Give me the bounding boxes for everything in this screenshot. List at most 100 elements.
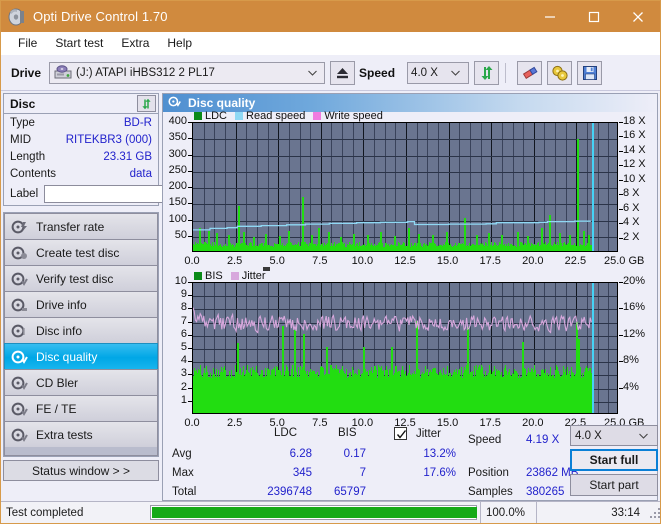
y2-axis-tick-label: 16% [623,301,646,314]
y2-axis-tick-label: 2 X [623,230,640,243]
refresh-button[interactable] [474,60,500,85]
save-icon [582,65,597,80]
sidebar-item-extra-tests[interactable]: Extra tests [4,421,158,448]
sidebar-item-drive-info[interactable]: Drive info [4,291,158,318]
y-axis-tick-label: 100 [168,212,187,225]
window-controls [528,1,660,32]
progress-fill [152,507,477,518]
speed-value: 4.0 X [411,66,438,79]
sidebar-item-verify-test-disc[interactable]: Verify test disc [4,265,158,292]
x-axis-tick-label: 2.5 [226,255,243,267]
drive-select[interactable]: (J:) ATAPI iHBS312 2 PL17 [49,61,326,84]
speed-select[interactable]: 4.0 X [407,61,470,84]
disc-row-mid: MID RITEKBR3 (000) [4,131,158,148]
y-axis-tick-label: 3 [180,367,187,380]
legend-label: LDC [205,110,228,122]
disc-refresh-button[interactable] [137,95,156,112]
x-axis-tick-label: 20.0 [522,255,544,267]
disc-value-type: BD-R [123,116,152,129]
eject-button[interactable] [330,60,356,85]
disc-panel-header: Disc [4,94,158,114]
y-axis-tick-label: 5 [180,341,187,353]
start-full-button[interactable]: Start full [570,449,658,471]
x-axis-tick-label: 22.5 [564,255,587,267]
progress-bar [150,505,477,520]
legend-label: Read speed [246,110,306,122]
y2-axis-tick-label: 6 X [623,201,640,214]
test-speed-select[interactable]: 4.0 X [570,425,658,446]
y2-axis-tick-label: 12% [623,327,646,340]
y-axis-tick-label: 9 [180,288,187,301]
disc-panel: Disc Type BD-R MID RITEKBR3 (000) Length… [3,93,247,206]
sidebar-item-label: Drive info [36,297,87,312]
start-part-button[interactable]: Start part [570,474,658,496]
minimize-icon[interactable] [528,1,572,32]
maximize-icon[interactable] [572,1,616,32]
y-axis-tick-label: 350 [168,131,187,144]
jitter-label: Jitter [416,428,441,440]
stats-ldc-total: 2396748 [267,486,312,498]
application-window: Opti Drive Control 1.70 File Start test … [0,0,661,524]
speed-label: Speed [359,65,396,80]
menu-bar: File Start test Extra Help [1,32,660,55]
disc-extra-icon [11,427,28,443]
y-axis-tick-label: 300 [168,147,187,160]
menu-item-help[interactable]: Help [158,34,201,52]
y-axis-tick-label: 200 [168,180,187,192]
status-window-button[interactable]: Status window > > [3,460,159,481]
disc-label-row: Label [4,182,247,205]
window-title: Opti Drive Control 1.70 [33,9,168,24]
y-axis-tick-label: 7 [180,314,187,327]
plot-area [192,122,618,252]
disc-value-length: 23.31 GB [103,150,152,163]
sidebar-item-fe-te[interactable]: FE / TE [4,395,158,422]
disc-key-type: Type [10,116,35,129]
close-icon[interactable] [616,1,660,32]
title-bar: Opti Drive Control 1.70 [1,1,660,32]
y2-axis-tick-label: 10 X [623,172,646,185]
stats-header-bis: BIS [338,427,357,439]
y2-axis-tick-label: 16 X [623,129,646,142]
sidebar-item-cd-bler[interactable]: CD Bler [4,369,158,396]
sidebar: Disc Type BD-R MID RITEKBR3 (000) Length… [3,93,247,501]
disc-create-icon [11,245,28,261]
y-axis-tick-label: 400 [168,115,187,127]
y-axis-tick-label: 1 [180,393,187,406]
stats-jitter-avg: 13.2% [423,448,456,460]
resize-grip[interactable] [646,502,660,524]
sidebar-item-disc-info[interactable]: Disc info [4,317,158,344]
legend-label: Write speed [324,110,383,122]
disc-row-contents: Contents data [4,165,158,182]
disc-drive-icon [11,297,28,313]
stats-bis-avg: 0.17 [343,448,366,460]
samples-label: Samples [468,486,513,498]
stats-row-label-total: Total [172,486,197,498]
disc-row-type: Type BD-R [4,114,158,131]
disc-tools-button[interactable] [547,60,573,85]
erase-button[interactable] [517,60,543,85]
jitter-checkbox[interactable] [394,427,407,440]
save-button[interactable] [577,60,603,85]
sidebar-item-label: Extra tests [36,427,93,442]
y2-axis-tick-label: 18 X [623,115,646,127]
x-axis-tick-label: 0.0 [184,255,200,267]
sidebar-item-label: Disc info [36,323,83,338]
progress-percent: 100.0% [480,501,536,523]
menu-item-extra[interactable]: Extra [112,34,158,52]
x-axis-tick-label: 15.0 [436,255,459,267]
chart-cursor [592,123,594,251]
content-area: Disc Type BD-R MID RITEKBR3 (000) Length… [1,93,660,501]
sidebar-item-transfer-rate[interactable]: Transfer rate [4,213,158,240]
menu-item-file[interactable]: File [9,34,46,52]
elapsed-time: 33:14 [536,501,646,523]
y-axis-tick-label: 2 [180,380,187,393]
sidebar-item-create-test-disc[interactable]: Create test disc [4,239,158,266]
y-axis-tick-label: 4 [180,354,187,367]
y-axis-tick-label: 250 [168,163,187,176]
toolbar: Drive (J:) ATAPI iHBS312 2 PL17 Speed 4.… [1,55,660,91]
menu-item-start-test[interactable]: Start test [46,34,112,52]
read-speed-line [193,220,591,231]
sidebar-item-disc-quality[interactable]: Disc quality [4,343,158,370]
sidebar-item-label: Verify test disc [36,271,114,286]
y-axis-tick-label: 8 [180,301,187,314]
